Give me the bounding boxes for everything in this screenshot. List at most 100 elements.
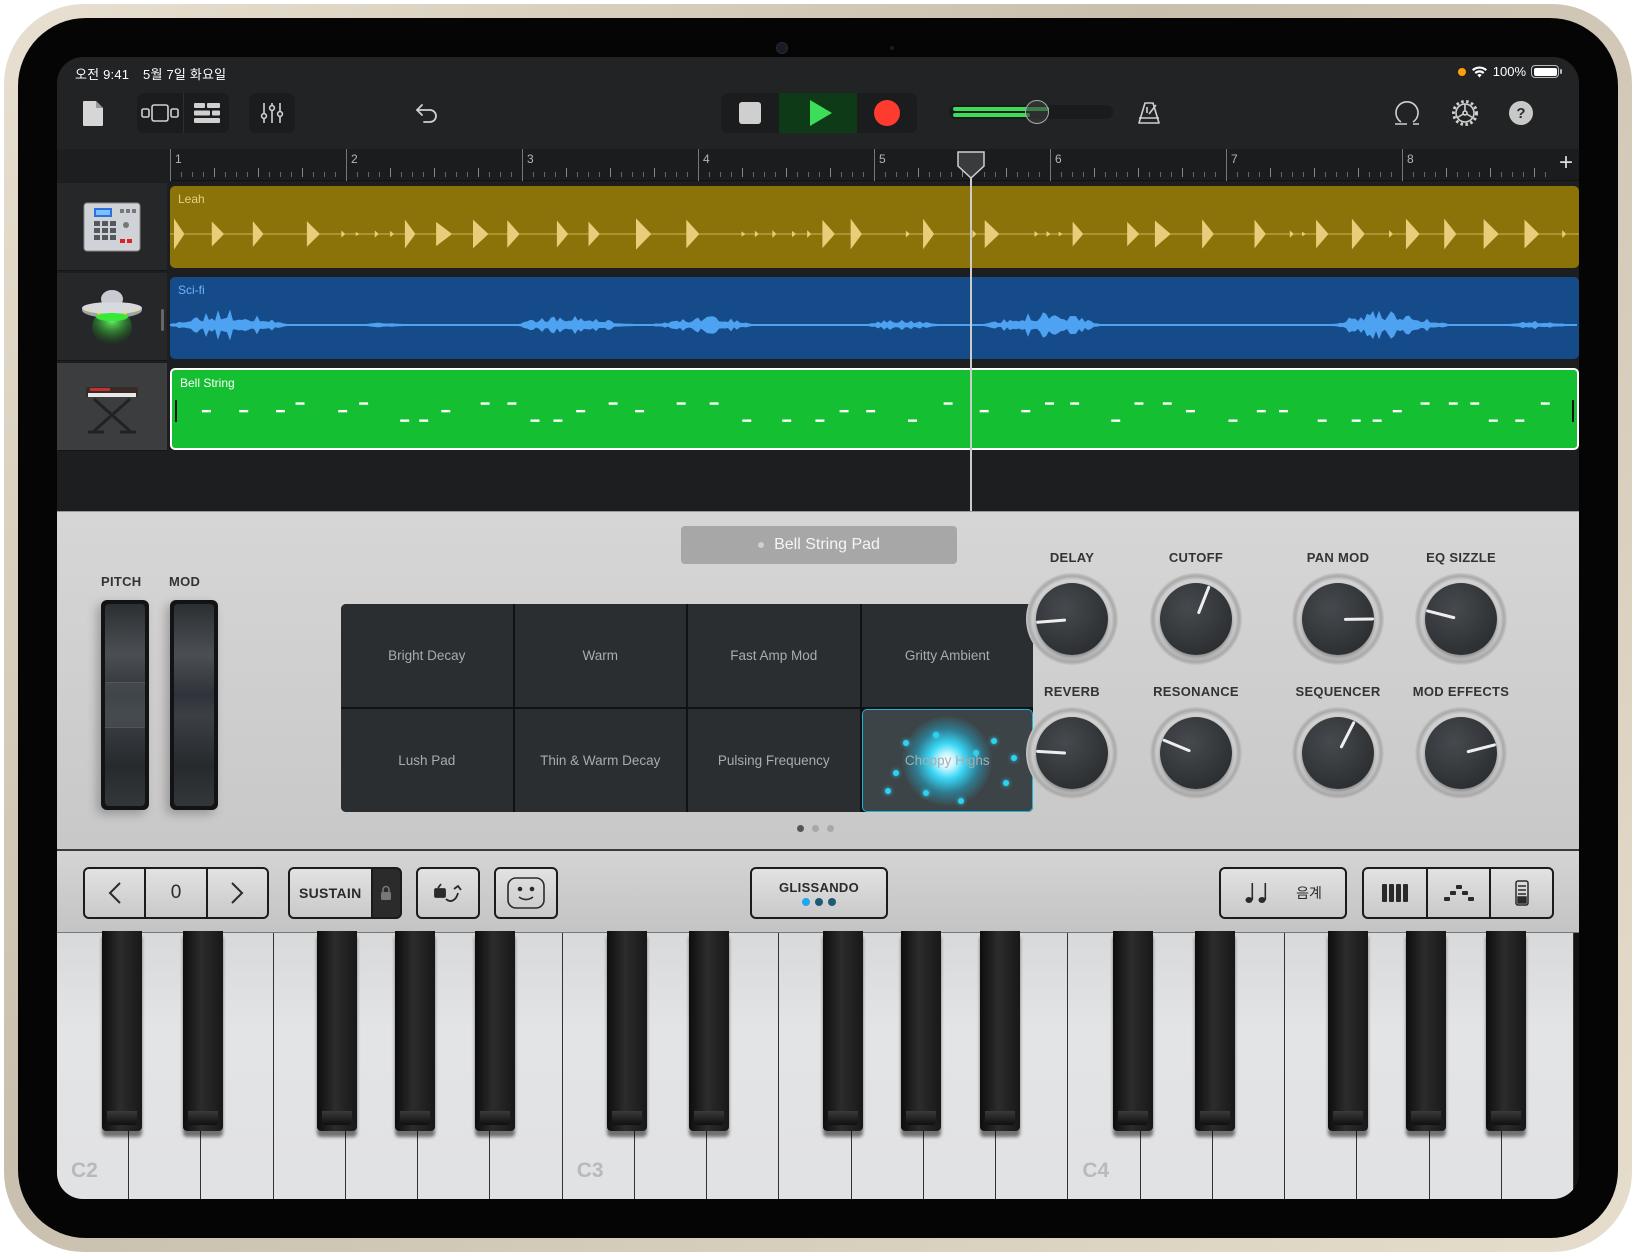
ruler-bar-line — [1226, 149, 1227, 181]
stop-button[interactable] — [721, 93, 779, 133]
help-button[interactable]: ? — [1503, 95, 1539, 131]
rotary-knob[interactable] — [1415, 707, 1507, 799]
undo-button[interactable] — [409, 95, 445, 131]
black-key[interactable] — [900, 931, 941, 1131]
black-key[interactable] — [980, 931, 1021, 1131]
velocity-button[interactable] — [1491, 869, 1552, 917]
transform-pad[interactable]: Warm — [514, 604, 686, 707]
midi-note — [239, 409, 249, 413]
transform-pad[interactable]: Thin & Warm Decay — [514, 709, 686, 812]
timeline-ruler[interactable]: + 1 2 3 4 5 6 7 8 — [170, 149, 1579, 181]
mixer-button[interactable] — [249, 93, 295, 133]
volume-slider-handle[interactable] — [1024, 100, 1049, 124]
track-resize-handle[interactable] — [161, 309, 164, 331]
page-dot[interactable] — [797, 825, 804, 832]
add-section-button[interactable]: + — [1559, 151, 1573, 175]
drum-hit — [1289, 230, 1294, 238]
rotary-knob[interactable] — [1415, 573, 1507, 665]
page-dot[interactable] — [827, 825, 834, 832]
sustain-lock-button[interactable] — [372, 869, 400, 917]
record-button[interactable] — [857, 93, 917, 133]
page-dot[interactable] — [812, 825, 819, 832]
rotary-knob[interactable] — [1150, 573, 1242, 665]
pitch-wheel[interactable] — [101, 600, 149, 810]
ruler-tick — [1523, 172, 1524, 177]
patch-name-button[interactable]: Bell String Pad — [681, 526, 957, 564]
transform-pad[interactable]: Fast Amp Mod — [688, 604, 860, 707]
drum-hit — [984, 220, 1000, 248]
transform-pad[interactable]: Bright Decay — [341, 604, 513, 707]
region-trim-left-handle[interactable] — [175, 400, 177, 422]
list-view-button[interactable] — [184, 93, 229, 133]
arpeggiator-button[interactable] — [416, 867, 480, 919]
rotary-knob[interactable] — [1150, 707, 1242, 799]
midi-note — [1515, 419, 1525, 422]
octave-up-button[interactable] — [207, 869, 267, 917]
rotary-knob[interactable] — [1026, 573, 1118, 665]
black-key[interactable] — [607, 931, 648, 1131]
rotary-knob[interactable] — [1292, 573, 1384, 665]
track-header-leah[interactable] — [57, 183, 167, 271]
black-key[interactable] — [474, 931, 515, 1131]
midi-note — [676, 402, 686, 405]
track-header-sci-fi[interactable] — [57, 273, 167, 361]
region-sci-fi[interactable]: Sci-fi — [170, 277, 1579, 359]
arpeggio-pattern-button[interactable] — [1428, 869, 1489, 917]
ruler-tick — [467, 172, 468, 177]
transform-pad[interactable]: Choppy Highs — [861, 709, 1033, 812]
black-key[interactable] — [1328, 931, 1369, 1131]
black-key[interactable] — [1406, 931, 1447, 1131]
smart-face-button[interactable] — [494, 867, 558, 919]
velocity-icon — [1514, 880, 1529, 906]
black-key[interactable] — [1113, 931, 1154, 1131]
transform-pad[interactable]: Gritty Ambient — [861, 604, 1033, 707]
black-key[interactable] — [822, 931, 863, 1131]
ruler-tick — [489, 172, 490, 177]
pad-label: Fast Amp Mod — [730, 648, 818, 663]
piano-keys-button[interactable] — [1364, 869, 1426, 917]
volume-level-right — [953, 113, 1031, 117]
chevron-right-icon — [231, 882, 244, 904]
piano-keyboard[interactable]: C2 C3 C4 — [57, 931, 1579, 1199]
black-key[interactable] — [317, 931, 358, 1131]
drum-hit — [1562, 230, 1567, 238]
knob-body — [1035, 583, 1108, 655]
drum-hit — [850, 218, 862, 250]
tracks-view-button[interactable] — [137, 93, 183, 133]
black-key[interactable] — [1194, 931, 1235, 1131]
ruler-tick — [940, 172, 941, 177]
black-key[interactable] — [101, 931, 142, 1131]
transform-pad[interactable]: Pulsing Frequency — [688, 709, 860, 812]
metronome-button[interactable] — [1131, 95, 1167, 131]
rotary-knob[interactable] — [1026, 707, 1118, 799]
transform-pad-grid: Bright Decay Warm Fast Amp Mod Gritty Ambie… — [341, 604, 1033, 812]
black-key[interactable] — [689, 931, 730, 1131]
ruler-tick — [841, 172, 842, 177]
drum-hit — [1058, 231, 1063, 237]
settings-button[interactable] — [1447, 95, 1483, 131]
black-key[interactable] — [183, 931, 224, 1131]
black-key[interactable] — [1485, 931, 1526, 1131]
track-header-bell-string[interactable] — [57, 363, 167, 451]
midi-note — [576, 409, 586, 413]
region-trim-right-handle[interactable] — [1572, 400, 1574, 422]
sustain-button[interactable]: SUSTAIN — [290, 869, 371, 917]
octave-down-button[interactable] — [85, 869, 145, 917]
playhead-handle[interactable] — [957, 151, 985, 179]
black-key[interactable] — [395, 931, 436, 1131]
loop-browser-button[interactable] — [1387, 95, 1427, 131]
region-bell-string[interactable]: Bell String — [170, 368, 1579, 450]
glissando-button[interactable]: GLISSANDO — [750, 867, 888, 919]
master-volume-slider[interactable] — [949, 100, 1113, 124]
my-songs-button[interactable] — [75, 95, 111, 131]
mod-wheel[interactable] — [170, 600, 218, 810]
play-button[interactable] — [779, 93, 857, 133]
transform-pad[interactable]: Lush Pad — [341, 709, 513, 812]
midi-note — [1228, 419, 1238, 422]
region-leah[interactable]: Leah — [170, 186, 1579, 268]
page-indicator[interactable] — [797, 825, 834, 832]
rotary-knob[interactable] — [1292, 707, 1384, 799]
ruler-tick — [742, 168, 743, 177]
scale-button[interactable]: 음계 — [1219, 867, 1347, 919]
midi-note — [1070, 402, 1080, 405]
